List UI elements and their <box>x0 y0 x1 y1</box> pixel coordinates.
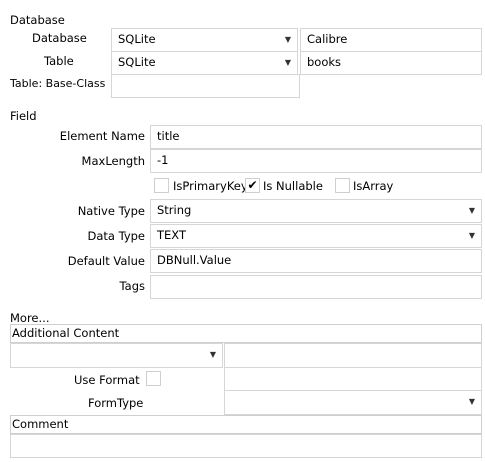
element-name-label: Element Name <box>59 129 145 143</box>
field-editor-panel: Database Database SQLite ▼ Calibre Table … <box>0 0 485 462</box>
data-type-value: TEXT <box>157 228 186 242</box>
default-value-input[interactable]: DBNull.Value <box>150 249 482 273</box>
table-label: Table <box>44 54 74 68</box>
table-provider-value: SQLite <box>118 55 156 69</box>
base-class-label: Table: Base-Class <box>10 77 106 90</box>
chevron-down-icon: ▼ <box>468 397 475 406</box>
database-label: Database <box>32 31 87 45</box>
element-name-input[interactable]: title <box>150 125 482 149</box>
use-format-label: Use Format <box>74 373 140 387</box>
table-name-input[interactable]: books <box>300 51 482 75</box>
data-type-combo[interactable]: TEXT ▼ <box>150 224 482 248</box>
comment-input[interactable] <box>10 434 482 458</box>
native-type-combo[interactable]: String ▼ <box>150 199 482 223</box>
additional-content-input[interactable] <box>224 343 482 368</box>
chevron-down-icon: ▼ <box>284 58 291 67</box>
use-format-checkbox[interactable] <box>146 371 161 386</box>
chevron-down-icon: ▼ <box>284 35 291 44</box>
native-type-value: String <box>157 203 192 217</box>
chevron-down-icon: ▼ <box>209 350 216 359</box>
native-type-label: Native Type <box>77 204 145 218</box>
database-provider-value: SQLite <box>118 32 156 46</box>
data-type-label: Data Type <box>87 229 145 243</box>
comment-label: Comment <box>10 415 482 434</box>
database-name-input[interactable]: Calibre <box>300 28 482 52</box>
database-section-header: Database <box>10 13 65 27</box>
more-section-header: More... <box>10 311 50 325</box>
is-array-checkbox[interactable] <box>335 178 350 193</box>
maxlength-input[interactable]: -1 <box>150 149 482 173</box>
format-input[interactable] <box>224 367 482 391</box>
table-provider-combo[interactable]: SQLite ▼ <box>111 51 298 75</box>
chevron-down-icon: ▼ <box>468 206 475 215</box>
is-primary-key-label: IsPrimaryKey <box>173 179 245 193</box>
maxlength-label: MaxLength <box>81 154 145 168</box>
tags-input[interactable] <box>150 275 482 299</box>
checkmark-icon: ✔ <box>247 178 258 192</box>
form-type-combo[interactable]: ▼ <box>224 390 482 415</box>
is-primary-key-checkbox[interactable] <box>154 178 169 193</box>
database-provider-combo[interactable]: SQLite ▼ <box>111 28 298 52</box>
chevron-down-icon: ▼ <box>468 231 475 240</box>
is-nullable-label: Is Nullable <box>263 179 323 193</box>
base-class-input[interactable] <box>111 74 300 98</box>
is-nullable-checkbox[interactable]: ✔ <box>245 178 260 193</box>
is-array-label: IsArray <box>353 179 394 193</box>
additional-content-combo[interactable]: ▼ <box>10 343 223 368</box>
tags-label: Tags <box>119 279 145 293</box>
field-section-header: Field <box>10 109 37 123</box>
form-type-label: FormType <box>88 396 144 410</box>
default-value-label: Default Value <box>67 254 145 268</box>
additional-content-label: Additional Content <box>10 324 482 343</box>
